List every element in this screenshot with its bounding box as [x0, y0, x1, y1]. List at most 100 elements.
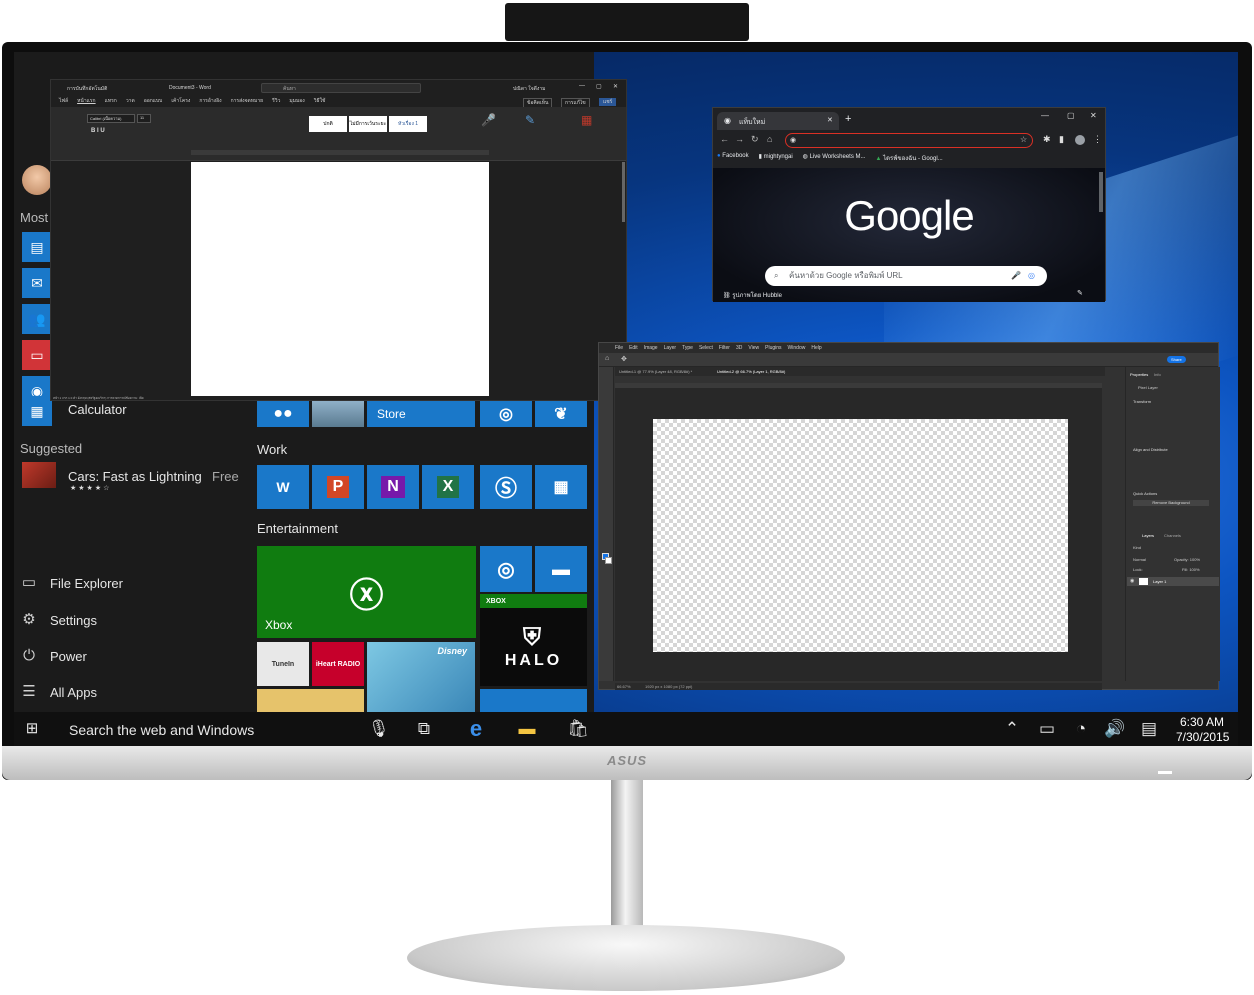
font-name-box[interactable]: Calibri (เนื้อความ) — [87, 114, 135, 123]
ps-canvas[interactable] — [653, 419, 1068, 652]
home-icon[interactable]: ⌂ — [767, 134, 772, 144]
ps-menu-layer[interactable]: Layer — [664, 343, 677, 353]
clock-date[interactable]: 7/30/2015 — [1176, 730, 1229, 744]
popcorn-tile[interactable] — [257, 689, 364, 712]
tab-references[interactable]: การอ้างอิง — [199, 97, 221, 105]
style-no-spacing[interactable]: ไม่มีการเว้นระยะ — [349, 116, 387, 132]
twitter-tile[interactable]: ❦ — [535, 401, 587, 427]
ps-menu-select[interactable]: Select — [699, 343, 713, 353]
chrome-menu-icon[interactable]: ⋮ — [1093, 134, 1102, 145]
share-button[interactable]: แชร์ — [599, 98, 617, 106]
power-item[interactable]: ⏻ Power — [20, 647, 87, 665]
volume-icon[interactable]: 🔊 — [1104, 718, 1125, 740]
store-icon[interactable]: 🛍 — [566, 718, 590, 740]
hubble-link[interactable]: ⛓ รูปภาพโดย Hubble — [723, 290, 782, 300]
remove-background-button[interactable]: Remove Background — [1133, 500, 1209, 506]
windows-start-icon[interactable]: ⊞ — [22, 718, 42, 740]
profile-avatar[interactable] — [1075, 135, 1085, 145]
ps-menu-filter[interactable]: Filter — [719, 343, 730, 353]
edge-icon[interactable]: e — [464, 718, 488, 740]
people-tile[interactable]: ●● — [257, 401, 309, 427]
groove-tile-top[interactable]: ◎ — [480, 401, 532, 427]
layer-kind-filter[interactable]: Kind — [1133, 545, 1141, 550]
ps-share-button[interactable]: Share — [1167, 356, 1186, 363]
bookmark-star-icon[interactable]: ☆ — [1020, 135, 1027, 144]
tab-home[interactable]: หน้าแรก — [77, 97, 95, 105]
user-avatar[interactable] — [22, 165, 52, 195]
editor-icon[interactable]: ✎ — [525, 113, 535, 127]
chrome-minimize-icon[interactable]: — — [1041, 111, 1049, 120]
bold-button[interactable]: B I U — [91, 128, 105, 134]
minimize-icon[interactable]: — — [579, 83, 585, 89]
blend-mode-select[interactable]: Normal — [1133, 557, 1146, 562]
fill-field[interactable]: Fill: 100% — [1182, 567, 1200, 572]
chrome-close-icon[interactable]: ✕ — [1090, 111, 1097, 120]
ps-menu-type[interactable]: Type — [682, 343, 693, 353]
ntp-search-box[interactable]: ⌕ ค้นหาด้วย Google หรือพิมพ์ URL 🎤 ◎ — [765, 266, 1047, 286]
calculator-tile[interactable]: ▦ — [535, 465, 587, 509]
ps-tab-2[interactable]: Untitled-2 @ 66.7% (Layer 1, RGB/8#) — [717, 369, 785, 374]
ps-menu-view[interactable]: View — [748, 343, 759, 353]
onenote-tile[interactable]: N — [367, 465, 419, 509]
tab-view[interactable]: มุมมอง — [289, 97, 304, 105]
ps-home-icon[interactable]: ⌂ — [605, 355, 609, 362]
tab-mailings[interactable]: การส่งจดหมาย — [231, 97, 264, 105]
bookmark-facebook[interactable]: ● Facebook — [717, 153, 749, 165]
move-tool-icon[interactable]: ✥ — [621, 355, 627, 363]
ps-background-color[interactable] — [605, 557, 612, 564]
document-page[interactable] — [191, 162, 489, 396]
style-normal[interactable]: ปกติ — [309, 116, 347, 132]
ps-tab-1[interactable]: Untitled-1 @ 77.9% (Layer 48, RGB/8#) * — [619, 369, 692, 374]
close-icon[interactable]: ✕ — [613, 83, 618, 90]
most-used-app-2[interactable]: ✉ — [22, 268, 52, 298]
iheart-tile[interactable]: iHeart RADIO — [312, 642, 364, 686]
chrome-scrollbar[interactable] — [1099, 172, 1103, 212]
action-center-icon[interactable]: ▤ — [1140, 718, 1158, 740]
channels-tab[interactable]: Channels — [1164, 533, 1181, 538]
halo-tile[interactable]: ⛨ HALO — [480, 608, 587, 686]
disney-tile[interactable]: Disney — [367, 642, 475, 712]
battery-icon[interactable]: ▭ — [1037, 718, 1057, 740]
skype-tile[interactable]: Ⓢ — [480, 465, 532, 509]
excel-tile[interactable]: X — [422, 465, 474, 509]
addins-icon[interactable]: ▦ — [581, 113, 592, 127]
photo-tile[interactable] — [312, 401, 364, 427]
settings-item[interactable]: ⚙ Settings — [20, 611, 97, 629]
forward-icon[interactable]: → — [735, 134, 744, 144]
tab-review[interactable]: รีวิว — [272, 97, 280, 105]
ps-menu-image[interactable]: Image — [644, 343, 658, 353]
lens-icon[interactable]: ◎ — [1028, 266, 1035, 286]
word-tile[interactable]: W — [257, 465, 309, 509]
eye-icon[interactable]: ◉ — [1130, 578, 1134, 584]
sidepanel-icon[interactable]: ▮ — [1059, 134, 1064, 145]
tunein-tile[interactable]: TuneIn — [257, 642, 309, 686]
chrome-tab-close-icon[interactable]: ✕ — [827, 116, 833, 124]
maximize-icon[interactable]: ▢ — [596, 83, 602, 90]
calculator-label[interactable]: Calculator — [68, 402, 127, 417]
movies-tile[interactable]: ▬ — [535, 546, 587, 592]
network-icon[interactable]: ◔ — [1072, 718, 1090, 740]
customize-pencil-icon[interactable]: ✎ — [1077, 289, 1083, 297]
tab-design[interactable]: ออกแบบ — [144, 97, 163, 105]
tab-file[interactable]: ไฟล์ — [59, 97, 68, 105]
blue-tile[interactable] — [480, 689, 587, 712]
suggested-app-name[interactable]: Cars: Fast as Lightning — [68, 469, 202, 484]
tab-layout[interactable]: เค้าโครง — [171, 97, 190, 105]
ps-menu-plugins[interactable]: Plugins — [765, 343, 781, 353]
opacity-field[interactable]: Opacity: 100% — [1174, 557, 1200, 562]
new-tab-plus-icon[interactable]: + — [845, 113, 851, 125]
most-used-app-1[interactable]: ▤ — [22, 232, 52, 262]
tab-draw[interactable]: วาด — [126, 97, 135, 105]
word-scrollbar[interactable] — [622, 162, 625, 222]
extensions-icon[interactable]: ✱ — [1043, 134, 1051, 145]
calculator-icon[interactable]: ▦ — [22, 396, 52, 426]
taskbar-search-text[interactable]: Search the web and Windows — [69, 722, 254, 738]
file-explorer-item[interactable]: ▭ File Explorer — [20, 574, 123, 592]
most-used-app-3[interactable]: 👥 — [22, 304, 52, 334]
mic-icon[interactable]: 🎤 — [1011, 266, 1021, 286]
chevron-up-icon[interactable]: ⌃ — [1004, 718, 1020, 740]
chrome-maximize-icon[interactable]: ▢ — [1067, 111, 1075, 120]
bookmark-drive[interactable]: ▲ ไดรฟ์ของฉัน - Googl... — [876, 153, 943, 165]
powerpoint-tile[interactable]: P — [312, 465, 364, 509]
omnibox[interactable]: ◉ ☆ — [785, 133, 1033, 148]
